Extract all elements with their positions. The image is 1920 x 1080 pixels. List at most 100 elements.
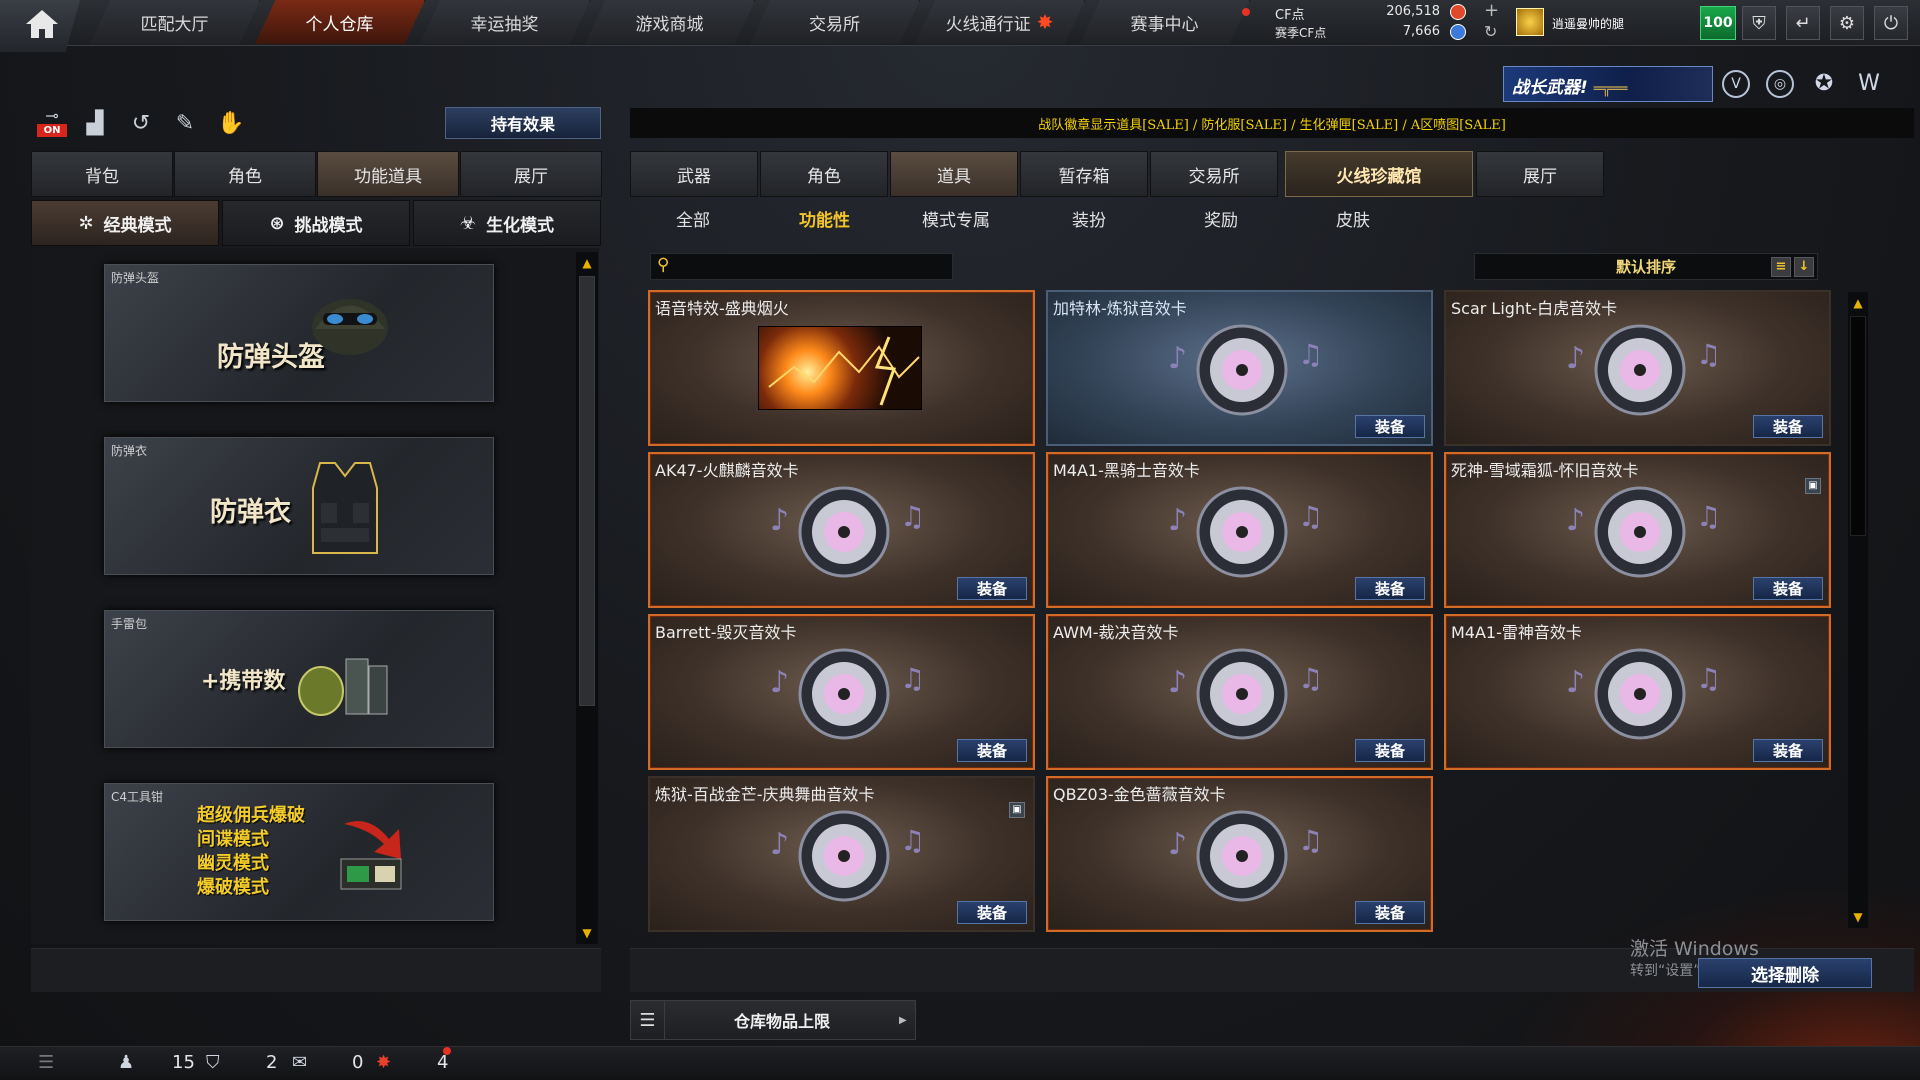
right-scrollbar[interactable]: ▲ ▼ (1848, 292, 1868, 928)
nav-game-mall[interactable]: 游戏商城 (585, 0, 755, 44)
item-card-fireworks[interactable]: 语音特效-盛典烟火 (648, 290, 1035, 446)
snowflake-icon: ✲ (78, 212, 94, 234)
friends-icon[interactable]: ♟ (118, 1052, 134, 1073)
tab-collection-hall[interactable]: 火线珍藏馆 (1285, 151, 1473, 197)
svg-text:♪: ♪ (1168, 827, 1187, 862)
helmet-card[interactable]: 防弹头盔 防弹头盔 (104, 264, 494, 402)
season-cf-value: 7,666 (1402, 24, 1440, 39)
tab-exchange[interactable]: 交易所 (1150, 151, 1278, 197)
tab-showroom[interactable]: 展厅 (460, 151, 602, 197)
equip-button[interactable]: 装备 (1753, 415, 1823, 438)
equip-button[interactable]: 装备 (1355, 577, 1425, 600)
toggle-on-icon[interactable]: ON ⊸ (37, 106, 67, 138)
c4-pliers-card[interactable]: C4工具钳 超级佣兵爆破 间谍模式 幽灵模式 爆破模式 (104, 783, 494, 921)
power-icon[interactable]: ⏻ (1874, 6, 1908, 40)
refresh-icon[interactable]: ↻ (1484, 22, 1497, 41)
storage-limit-button[interactable]: ☰ 仓库物品上限 ▶ (630, 1000, 916, 1040)
item-card-qbz03[interactable]: QBZ03-金色蔷薇音效卡 ♪ ♫ 装备 (1046, 776, 1433, 932)
mode-challenge[interactable]: ⊛ 挑战模式 (222, 200, 410, 246)
scroll-down-arrow-icon[interactable]: ▼ (1850, 910, 1866, 924)
nav-battle-pass[interactable]: 火线通行证 ✸ (915, 0, 1085, 44)
equip-button[interactable]: 装备 (957, 901, 1027, 924)
v-badge-icon[interactable]: V (1722, 70, 1750, 98)
sort-order-icon[interactable]: ↓ (1794, 257, 1814, 277)
mode-classic[interactable]: ✲ 经典模式 (31, 200, 219, 246)
rotate-icon[interactable]: ↺ (126, 108, 156, 138)
holding-effect-button[interactable]: 持有效果 (445, 107, 601, 139)
nav-lucky-draw[interactable]: 幸运抽奖 (420, 0, 590, 44)
home-button[interactable] (0, 0, 80, 52)
item-card-purgatory-dance[interactable]: 炼狱-百战金芒-庆典舞曲音效卡 ▣ ♪ ♫ 装备 (648, 776, 1035, 932)
subtab-dressup[interactable]: 装扮 (1072, 206, 1106, 234)
sort-dropdown[interactable]: 默认排序 ≡ ↓ (1474, 253, 1818, 280)
list-view-icon[interactable]: ≡ (1771, 257, 1791, 277)
tab-backpack[interactable]: 背包 (31, 151, 173, 197)
nav-personal-storage[interactable]: 个人仓库 (255, 0, 425, 44)
equip-button[interactable]: 装备 (1355, 415, 1425, 438)
emblem-icon[interactable]: ✪ (1810, 70, 1838, 98)
item-card-gatling[interactable]: 加特林-炼狱音效卡 ♪ ♫ 装备 (1046, 290, 1433, 446)
select-delete-button[interactable]: 选择删除 (1698, 958, 1872, 988)
item-card-ak47[interactable]: AK47-火麒麟音效卡 ♪ ♫ 装备 (648, 452, 1035, 608)
svg-text:♫: ♫ (1696, 500, 1721, 533)
left-scrollbar[interactable]: ▲ ▼ (576, 252, 598, 944)
nav-match-hall[interactable]: 匹配大厅 (90, 0, 260, 44)
grenade-pack-card[interactable]: 手雷包 +携带数 (104, 610, 494, 748)
equip-button[interactable]: 装备 (957, 577, 1027, 600)
equip-button[interactable]: 装备 (957, 739, 1027, 762)
scroll-down-arrow-icon[interactable]: ▼ (579, 926, 595, 940)
scroll-up-arrow-icon[interactable]: ▲ (1850, 296, 1866, 310)
item-card-awm[interactable]: AWM-裁决音效卡 ♪ ♫ 装备 (1046, 614, 1433, 770)
weapon-promo-banner[interactable]: 战长武器! ═╦══ (1503, 66, 1713, 102)
equip-button[interactable]: 装备 (1355, 739, 1425, 762)
recharge-plus-icon[interactable]: + (1484, 0, 1499, 21)
chat-bubble-icon[interactable]: ✉ (292, 1052, 307, 1073)
item-card-m4a1-thor[interactable]: M4A1-雷神音效卡 ♪ ♫ 装备 (1444, 614, 1831, 770)
subtab-skins[interactable]: 皮肤 (1336, 206, 1370, 234)
settings-gear-icon[interactable]: ⚙ (1830, 6, 1864, 40)
scroll-up-arrow-icon[interactable]: ▲ (579, 256, 595, 270)
subtab-rewards[interactable]: 奖励 (1204, 206, 1238, 234)
subtab-all[interactable]: 全部 (676, 206, 710, 234)
item-card-scar-light[interactable]: Scar Light-白虎音效卡 ♪ ♫ 装备 (1444, 290, 1831, 446)
left-scroll-thumb[interactable] (579, 276, 595, 706)
tab-function-items[interactable]: 功能道具 (317, 151, 459, 197)
mouse-icon[interactable]: ✋ (216, 108, 246, 138)
wings-icon[interactable]: W (1854, 70, 1884, 98)
gift-box-icon[interactable]: ✸ (376, 1052, 391, 1073)
tab-items[interactable]: 道具 (890, 151, 1018, 197)
svg-text:♪: ♪ (770, 665, 789, 700)
spray-icon[interactable]: ✎ (170, 108, 200, 138)
search-field[interactable]: ⚲ (650, 253, 953, 280)
search-input[interactable] (681, 256, 946, 277)
clan-shield-icon[interactable]: ⛉ (206, 1052, 220, 1073)
return-icon[interactable]: ↵ (1786, 6, 1820, 40)
globe-icon[interactable]: ◎ (1766, 70, 1794, 98)
body-armor-card[interactable]: 防弹衣 防弹衣 (104, 437, 494, 575)
shield-icon[interactable]: ⛨ (1742, 6, 1776, 40)
challenge-icon: ⊛ (269, 212, 285, 234)
tab-character[interactable]: 角色 (174, 151, 316, 197)
stats-bar-icon[interactable]: ▟ (80, 108, 110, 138)
nav-exchange[interactable]: 交易所 (750, 0, 920, 44)
subtab-mode-exclusive[interactable]: 模式专属 (922, 206, 990, 234)
tab-characters[interactable]: 角色 (760, 151, 888, 197)
item-card-death-snow-fox[interactable]: 死神-雪域霜狐-怀旧音效卡 ▣ ♪ ♫ 装备 (1444, 452, 1831, 608)
tab-temp-box[interactable]: 暂存箱 (1020, 151, 1148, 197)
equip-button[interactable]: 装备 (1753, 739, 1823, 762)
svg-text:♪: ♪ (1168, 665, 1187, 700)
right-scroll-thumb[interactable] (1850, 316, 1866, 536)
tab-showroom-right[interactable]: 展厅 (1476, 151, 1604, 197)
item-card-barrett[interactable]: Barrett-毁灭音效卡 ♪ ♫ 装备 (648, 614, 1035, 770)
cf-label: CF点 (1275, 8, 1305, 23)
nav-tournament[interactable]: 赛事中心 (1080, 0, 1250, 44)
menu-list-icon[interactable]: ☰ (38, 1052, 54, 1073)
equip-button[interactable]: 装备 (1753, 577, 1823, 600)
mode-zombie[interactable]: ☣ 生化模式 (413, 200, 601, 246)
player-name: 逍遥曼帅的腿 (1552, 17, 1625, 31)
subtab-functional[interactable]: 功能性 (799, 206, 850, 234)
item-card-m4a1-black-knight[interactable]: M4A1-黑骑士音效卡 ♪ ♫ 装备 (1046, 452, 1433, 608)
equip-button[interactable]: 装备 (1355, 901, 1425, 924)
svg-text:♫: ♫ (1696, 662, 1721, 695)
tab-weapons[interactable]: 武器 (630, 151, 758, 197)
